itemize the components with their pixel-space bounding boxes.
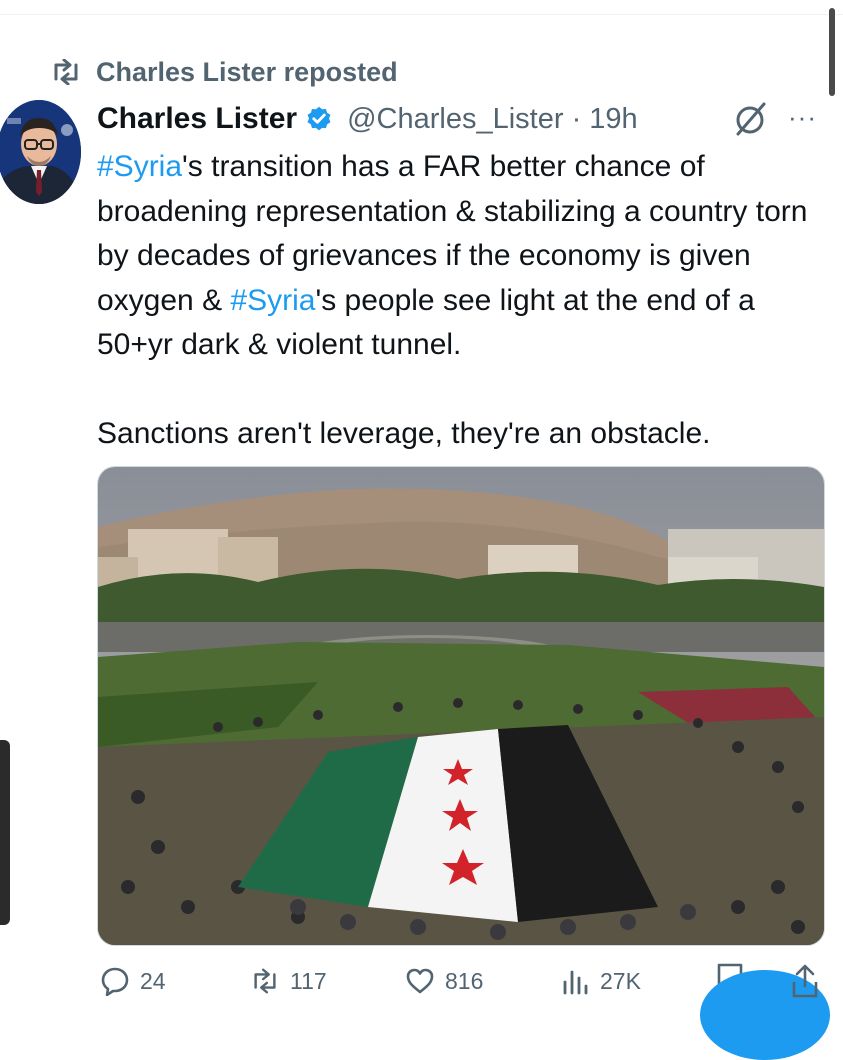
tweet-header: Charles Lister @Charles_Lister · 19h — [97, 100, 638, 138]
scrollbar[interactable] — [829, 8, 835, 96]
top-divider — [0, 0, 843, 15]
separator-dot: · — [563, 102, 590, 135]
tweet-photo[interactable] — [97, 466, 825, 946]
tweet-text: #Syria's transition has a FAR better cha… — [97, 145, 822, 456]
repost-count: 117 — [290, 967, 327, 994]
share-icon[interactable] — [790, 962, 820, 1000]
tweet-paragraph-1: #Syria's transition has a FAR better cha… — [97, 145, 822, 368]
author-name[interactable]: Charles Lister — [97, 102, 297, 136]
views-button[interactable]: 27K — [560, 966, 641, 996]
author-handle[interactable]: @Charles_Lister — [347, 103, 563, 136]
hashtag-link[interactable]: #Syria — [230, 284, 315, 317]
more-options-icon[interactable]: ··· — [788, 102, 817, 133]
reply-count: 24 — [140, 967, 166, 994]
repost-icon — [254, 968, 276, 994]
repost-button[interactable]: 117 — [250, 966, 327, 996]
grok-icon[interactable] — [732, 100, 770, 138]
verified-badge-icon[interactable] — [305, 105, 333, 133]
tweet-paragraph-2: Sanctions aren't leverage, they're an ob… — [97, 416, 711, 450]
repost-indicator[interactable]: Charles Lister reposted — [50, 56, 398, 88]
reply-icon — [101, 967, 129, 996]
like-count: 816 — [445, 967, 484, 994]
heart-icon — [406, 968, 434, 994]
repost-label: Charles Lister reposted — [96, 56, 398, 87]
tweet-timestamp[interactable]: 19h — [589, 103, 637, 136]
hashtag-link[interactable]: #Syria — [97, 150, 182, 183]
analytics-icon — [563, 970, 588, 995]
view-count: 27K — [600, 967, 641, 994]
repost-icon — [54, 59, 78, 85]
side-panel-edge — [0, 740, 10, 925]
reply-button[interactable]: 24 — [100, 966, 166, 996]
avatar[interactable] — [0, 100, 81, 204]
like-button[interactable]: 816 — [405, 966, 483, 996]
